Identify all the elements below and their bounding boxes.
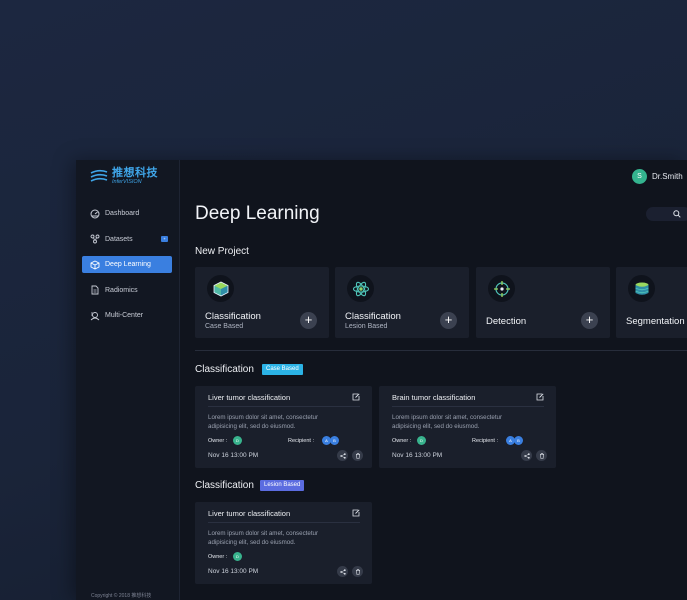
task-title: Brain tumor classification bbox=[392, 393, 476, 402]
sidebar-item-dashboard[interactable]: Dashboard bbox=[82, 205, 172, 222]
avatar: S bbox=[632, 169, 647, 184]
delete-button[interactable] bbox=[536, 450, 547, 461]
edit-icon[interactable] bbox=[536, 393, 544, 401]
datasets-badge[interactable]: + bbox=[161, 235, 168, 242]
owner-label: Owner : bbox=[208, 554, 228, 560]
group-tag: Case Based bbox=[262, 364, 303, 375]
share-icon bbox=[339, 452, 346, 459]
task-card[interactable]: Liver tumor classification Lorem ipsum d… bbox=[195, 502, 372, 584]
share-button[interactable] bbox=[337, 566, 348, 577]
recipient-label: Recipient : bbox=[288, 438, 314, 444]
owner-label: Owner : bbox=[392, 438, 412, 444]
new-project-title: New Project bbox=[195, 246, 249, 257]
trash-icon bbox=[355, 452, 360, 459]
task-divider bbox=[208, 522, 360, 523]
owner-label: Owner : bbox=[208, 438, 228, 444]
project-card-classification-lesion[interactable]: Classification Lesion Based + bbox=[335, 267, 469, 338]
add-project-button[interactable]: + bbox=[581, 312, 598, 329]
copyright: Copyright © 2018 推想科技 bbox=[91, 593, 152, 599]
task-date: Nov 16 13:00 PM bbox=[208, 568, 259, 575]
user-menu[interactable]: S Dr.Smith bbox=[632, 169, 683, 184]
search-input[interactable] bbox=[646, 207, 687, 221]
task-description: Lorem ipsum dolor sit amet, consectetur … bbox=[208, 530, 319, 546]
group-tag: Lesion Based bbox=[260, 480, 305, 491]
sidebar-item-label: Multi-Center bbox=[105, 312, 144, 319]
project-icon-container bbox=[207, 275, 234, 302]
owner-avatar[interactable]: D bbox=[233, 552, 242, 561]
sidebar-item-deep-learning[interactable]: Deep Learning bbox=[82, 256, 172, 273]
group-title: Classification bbox=[195, 480, 254, 491]
task-card[interactable]: Brain tumor classification Lorem ipsum d… bbox=[379, 386, 556, 468]
task-date: Nov 16 13:00 PM bbox=[208, 452, 259, 459]
add-project-button[interactable]: + bbox=[300, 312, 317, 329]
edit-icon[interactable] bbox=[352, 509, 360, 517]
project-icon-container bbox=[488, 275, 515, 302]
project-icon-container bbox=[347, 275, 374, 302]
task-card[interactable]: Liver tumor classification Lorem ipsum d… bbox=[195, 386, 372, 468]
project-card-classification-case[interactable]: Classification Case Based + bbox=[195, 267, 329, 338]
trash-icon bbox=[539, 452, 544, 459]
brand-name-en: InferVISION bbox=[112, 179, 142, 185]
multi-center-icon bbox=[90, 311, 100, 320]
task-divider bbox=[392, 406, 544, 407]
atom-icon bbox=[352, 281, 369, 296]
document-icon bbox=[91, 285, 99, 295]
task-description: Lorem ipsum dolor sit amet, consectetur … bbox=[392, 414, 503, 430]
add-project-button[interactable]: + bbox=[440, 312, 457, 329]
project-icon-container bbox=[628, 275, 655, 302]
page-title: Deep Learning bbox=[195, 203, 320, 224]
group-title: Classification bbox=[195, 364, 254, 375]
sidebar-item-label: Deep Learning bbox=[105, 261, 151, 268]
user-name: Dr.Smith bbox=[652, 172, 683, 181]
sidebar-item-multi-center[interactable]: Multi-Center bbox=[82, 307, 172, 324]
section-divider bbox=[195, 350, 687, 351]
task-date: Nov 16 13:00 PM bbox=[392, 452, 443, 459]
sidebar-item-datasets[interactable]: Datasets + bbox=[82, 231, 172, 248]
project-subtitle: Lesion Based bbox=[345, 323, 388, 330]
layers-icon bbox=[634, 282, 649, 295]
sidebar: 推想科技 InferVISION Dashboard Datasets + De… bbox=[76, 160, 180, 600]
crosshair-icon bbox=[493, 280, 510, 297]
dashboard-icon bbox=[90, 209, 100, 218]
recipient-label: Recipient : bbox=[472, 438, 498, 444]
logo-mark-icon bbox=[90, 169, 108, 182]
datasets-icon bbox=[90, 234, 100, 244]
cube-icon bbox=[213, 281, 228, 296]
sidebar-item-label: Radiomics bbox=[105, 286, 138, 294]
project-title: Detection bbox=[486, 316, 527, 327]
project-title: Classification bbox=[205, 311, 261, 322]
cube-icon bbox=[90, 259, 100, 270]
owner-avatar[interactable]: D bbox=[417, 436, 426, 445]
recipient-avatar[interactable]: B bbox=[330, 436, 339, 445]
project-title: Segmentation bbox=[626, 316, 685, 327]
recipient-avatar[interactable]: B bbox=[514, 436, 523, 445]
project-subtitle: Case Based bbox=[205, 323, 244, 330]
edit-icon[interactable] bbox=[352, 393, 360, 401]
project-title: Classification bbox=[345, 311, 401, 322]
task-divider bbox=[208, 406, 360, 407]
project-card-detection[interactable]: Detection + bbox=[476, 267, 610, 338]
sidebar-nav: Dashboard Datasets + Deep Learning Radio… bbox=[82, 205, 172, 333]
share-button[interactable] bbox=[521, 450, 532, 461]
sidebar-item-label: Dashboard bbox=[105, 210, 140, 217]
app-window: 推想科技 InferVISION Dashboard Datasets + De… bbox=[76, 160, 687, 600]
owner-avatar[interactable]: D bbox=[233, 436, 242, 445]
task-description: Lorem ipsum dolor sit amet, consectetur … bbox=[208, 414, 319, 430]
task-title: Liver tumor classification bbox=[208, 509, 291, 518]
sidebar-item-radiomics[interactable]: Radiomics bbox=[82, 282, 172, 299]
trash-icon bbox=[355, 568, 360, 575]
share-button[interactable] bbox=[337, 450, 348, 461]
sidebar-item-label: Datasets bbox=[105, 235, 133, 243]
delete-button[interactable] bbox=[352, 450, 363, 461]
brand-name-cn: 推想科技 bbox=[112, 167, 158, 179]
delete-button[interactable] bbox=[352, 566, 363, 577]
brand-logo[interactable]: 推想科技 InferVISION bbox=[90, 168, 158, 186]
project-card-segmentation[interactable]: Segmentation bbox=[616, 267, 687, 338]
task-title: Liver tumor classification bbox=[208, 393, 291, 402]
share-icon bbox=[523, 452, 530, 459]
share-icon bbox=[339, 568, 346, 575]
search-icon bbox=[673, 210, 681, 218]
